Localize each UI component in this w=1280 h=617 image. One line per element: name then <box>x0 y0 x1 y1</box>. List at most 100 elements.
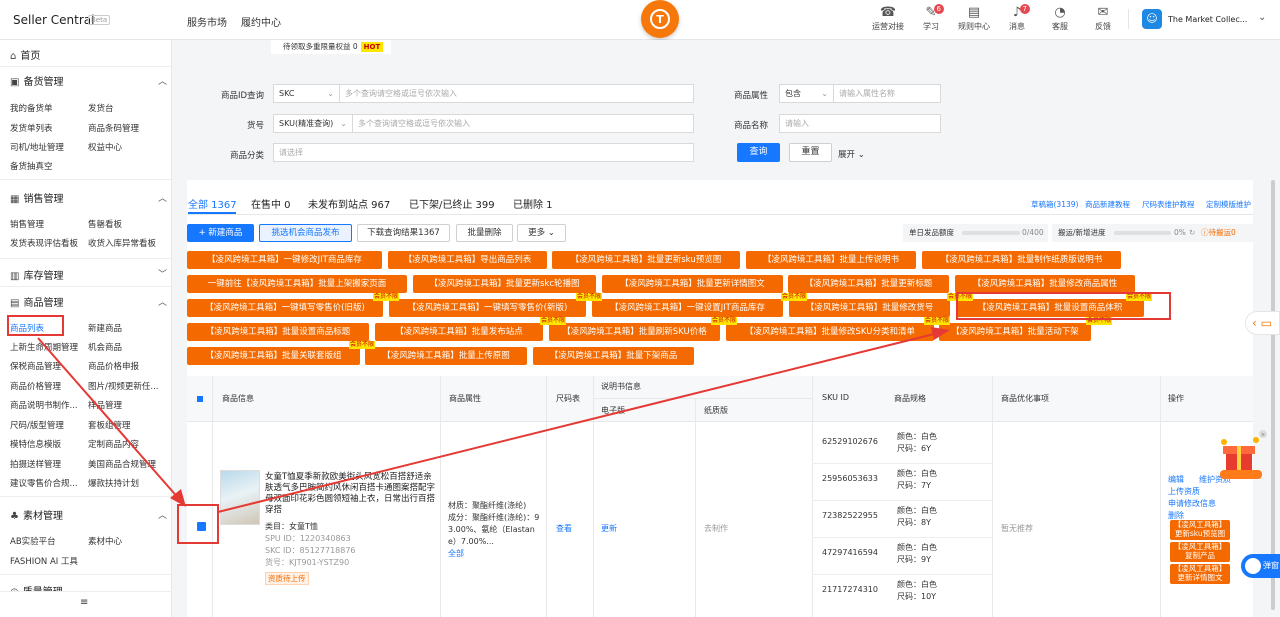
tool-button-jit-stock[interactable]: 【凌风跨境工具箱】一键修改JIT商品库存 <box>187 251 382 269</box>
tool-tag-sku-preview[interactable]: 【凌风工具箱】 更新sku预览图 <box>1170 520 1230 540</box>
tool-button-msrp-new[interactable]: 【凌风跨境工具箱】一键填写零售价(新版) <box>389 299 586 317</box>
link-new-product-guide[interactable]: 商品新建教程 <box>1085 199 1130 210</box>
tab-delisted[interactable]: 已下架/已终止 399 <box>409 196 495 211</box>
edit-link[interactable]: 编辑 <box>1168 474 1184 485</box>
chevron-up-icon[interactable]: ︿ <box>158 74 167 87</box>
tool-button-upload-manual[interactable]: 【凌风跨境工具箱】批量上传说明书 <box>746 251 916 269</box>
tool-button-bulk-listing[interactable]: 一键前往【凌风跨境工具箱】批量上架搬家页面 <box>187 275 407 293</box>
sidebar-item-opportunity[interactable]: 机会商品 <box>88 341 122 353</box>
sidebar-section-assets[interactable]: ♣ 素材管理 <box>10 507 63 522</box>
tool-button-detail-images[interactable]: 【凌风跨境工具箱】批量更新详情图文 <box>602 275 783 293</box>
new-product-button[interactable]: + 新建商品 <box>187 224 254 242</box>
tool-button-refresh-sku-price[interactable]: 【凌风跨境工具箱】批量刷新SKU价格 <box>549 323 720 341</box>
toolbox-logo-icon[interactable]: T <box>641 0 679 38</box>
sidebar-item-soldout-board[interactable]: 售罄看板 <box>88 218 122 230</box>
upload-qualification-link[interactable]: 上传资质 <box>1168 486 1200 497</box>
chevron-up-icon[interactable]: ︿ <box>158 295 167 308</box>
tab-unpublished[interactable]: 未发布到站点 967 <box>308 196 390 211</box>
tool-button-set-volume[interactable]: 【凌风跨境工具箱】批量设置商品体积 <box>956 299 1144 317</box>
sidebar-item-sales-mgmt[interactable]: 销售管理 <box>10 218 44 230</box>
refresh-icon[interactable]: ↻ <box>1189 224 1195 242</box>
tool-button-edit-attributes[interactable]: 【凌风跨境工具箱】批量修改商品属性 <box>955 275 1135 293</box>
nav-service-market[interactable]: 服务市场 <box>187 14 227 29</box>
chevron-up-icon[interactable]: ︿ <box>158 191 167 204</box>
chevron-down-icon[interactable]: ⌄ <box>1258 12 1266 23</box>
pending-migrate-link[interactable]: ⓘ待搬运0 <box>1201 224 1236 242</box>
sidebar-item-msrp-compliance[interactable]: 建议零售价合规... <box>10 477 78 489</box>
tool-button-edit-code[interactable]: 【凌风跨境工具箱】批量修改货号 <box>789 299 950 317</box>
sidebar-item-my-stock-orders[interactable]: 我的备货单 <box>10 102 53 114</box>
product-title[interactable]: 女童T恤夏季新款欧美街头风宽松百搭舒适亲肤透气多巴胺简约风休闲百搭卡通图案搭配字… <box>265 472 440 516</box>
sidebar-item-lifecycle[interactable]: 上新生命周期管理 <box>10 341 78 353</box>
category-select[interactable]: 请选择 <box>273 143 694 162</box>
sidebar-item-asset-center[interactable]: 素材中心 <box>88 535 122 547</box>
search-button[interactable]: 查询 <box>737 143 780 162</box>
manual-update-link[interactable]: 更新 <box>601 523 617 534</box>
sidebar-item-vacuum[interactable]: 备货抽真空 <box>10 160 53 172</box>
sidebar-item-model-info[interactable]: 模特信息模版 <box>10 438 61 450</box>
sidebar-item-driver-address[interactable]: 司机/地址管理 <box>10 141 64 153</box>
sidebar-item-size-chart[interactable]: 尺码/版型管理 <box>10 419 64 431</box>
sidebar-item-shipping-desk[interactable]: 发货台 <box>88 102 114 114</box>
sidebar-section-sales[interactable]: ▦ 销售管理 <box>10 190 63 205</box>
feedback-side-button[interactable]: ‹ ▭ <box>1245 311 1280 335</box>
link-drafts[interactable]: 草稿箱(3139) <box>1031 199 1078 210</box>
tool-button-msrp-old[interactable]: 【凌风跨境工具箱】一键填写零售价(旧版) <box>187 299 383 317</box>
sidebar-item-home[interactable]: ⌂ 首页 <box>10 47 40 62</box>
code-type-select[interactable]: SKU(精准查询) ⌄ <box>273 114 353 133</box>
topbar-headset-button[interactable]: ◔ 客服 <box>1040 5 1080 32</box>
scrollbar[interactable] <box>1271 180 1275 610</box>
attr-show-all-link[interactable]: 全部 <box>448 548 464 559</box>
bulk-delete-button[interactable]: 批量删除 <box>456 224 513 242</box>
item-code-input[interactable]: 多个查询请空格或逗号依次输入 <box>352 114 694 133</box>
sidebar-item-price-mgmt[interactable]: 商品价格管理 <box>10 380 61 392</box>
sidebar-item-fashion-ai[interactable]: FASHION AI 工具 <box>10 555 78 567</box>
sidebar-item-new-product[interactable]: 新建商品 <box>88 322 122 334</box>
topbar-book-button[interactable]: ✎ 学习 6 <box>911 4 951 32</box>
attribute-input[interactable]: 请输入属性名称 <box>833 84 941 103</box>
pick-opportunity-button[interactable]: 挑选机会商品发布 <box>259 224 352 242</box>
topbar-feedback-button[interactable]: ✉ 反馈 <box>1083 5 1123 32</box>
download-results-button[interactable]: 下载查询结果1367 <box>357 224 450 242</box>
chevron-up-icon[interactable]: ︿ <box>158 508 167 521</box>
sidebar-item-receiving-exception[interactable]: 收货入库异常看板 <box>88 237 156 249</box>
sidebar-item-ab-test[interactable]: AB实验平台 <box>10 535 56 547</box>
row-checkbox[interactable] <box>197 522 206 531</box>
tool-button-update-title[interactable]: 【凌风跨境工具箱】批量更新标题 <box>788 275 949 293</box>
expand-toggle[interactable]: 展开 ⌄ <box>838 148 865 160</box>
tool-tag-copy-product[interactable]: 【凌风工具箱】 复制产品 <box>1170 542 1230 562</box>
tab-deleted[interactable]: 已删除 1 <box>513 196 553 211</box>
tool-button-set-jit-stock[interactable]: 【凌风跨境工具箱】一键设置JIT商品库存 <box>592 299 783 317</box>
sidebar-item-product-list[interactable]: 商品列表 <box>10 322 44 334</box>
tool-button-activity-delist[interactable]: 【凌风跨境工具箱】批量活动下架 <box>939 323 1091 341</box>
tool-tag-detail-images[interactable]: 【凌风工具箱】 更新详情图文 <box>1170 564 1230 584</box>
sidebar-item-benefits[interactable]: 权益中心 <box>88 141 122 153</box>
sidebar-item-shoot-samples[interactable]: 拍摄送样管理 <box>10 458 61 470</box>
gift-promo-icon[interactable]: × <box>1214 430 1268 482</box>
manual-make-link[interactable]: 去制作 <box>704 523 728 534</box>
sidebar-item-media-update[interactable]: 图片/视频更新任... <box>88 380 158 392</box>
tool-button-export-list[interactable]: 【凌风跨境工具箱】导出商品列表 <box>388 251 547 269</box>
tool-button-sku-preview[interactable]: 【凌风跨境工具箱】批量更新sku预览图 <box>552 251 740 269</box>
sidebar-item-barcode[interactable]: 商品条码管理 <box>88 122 139 134</box>
shop-name[interactable]: The Market Collec... <box>1168 15 1247 24</box>
tool-button-skc-carousel[interactable]: 【凌风跨境工具箱】批量更新skc轮播图 <box>413 275 596 293</box>
tool-button-upload-original[interactable]: 【凌风跨境工具箱】批量上传原图 <box>365 347 527 365</box>
sidebar-item-shipping-eval[interactable]: 发货表现评估看板 <box>10 237 78 249</box>
tool-button-paper-manual[interactable]: 【凌风跨境工具箱】批量制作纸质版说明书 <box>922 251 1121 269</box>
topbar-chat-button[interactable]: ☎ 运营对接 <box>868 5 908 32</box>
tab-all[interactable]: 全部 1367 <box>188 196 237 211</box>
topbar-document-button[interactable]: ▤ 规则中心 <box>954 5 994 32</box>
more-dropdown[interactable]: 更多 ⌄ <box>517 224 566 242</box>
tool-button-link-template[interactable]: 【凌风跨境工具箱】批量关联套版组 <box>187 347 360 365</box>
attribute-op-select[interactable]: 包含 ⌄ <box>779 84 834 103</box>
request-edit-link[interactable]: 申请修改信息 <box>1168 498 1216 509</box>
nav-fulfillment-center[interactable]: 履约中心 <box>241 14 281 29</box>
topbar-bell-button[interactable]: ♪ 消息 7 <box>997 4 1037 32</box>
chevron-down-icon[interactable]: ﹀ <box>158 267 167 280</box>
sidebar-item-price-declare[interactable]: 商品价格申报 <box>88 360 139 372</box>
product-id-input[interactable]: 多个查询请空格或逗号依次输入 <box>339 84 694 103</box>
sidebar-section-inventory[interactable]: ▥ 库存管理 <box>10 267 63 282</box>
reset-button[interactable]: 重置 <box>789 143 832 162</box>
tool-button-sku-category[interactable]: 【凌风跨境工具箱】批量修改SKU分类和清单 <box>726 323 934 341</box>
